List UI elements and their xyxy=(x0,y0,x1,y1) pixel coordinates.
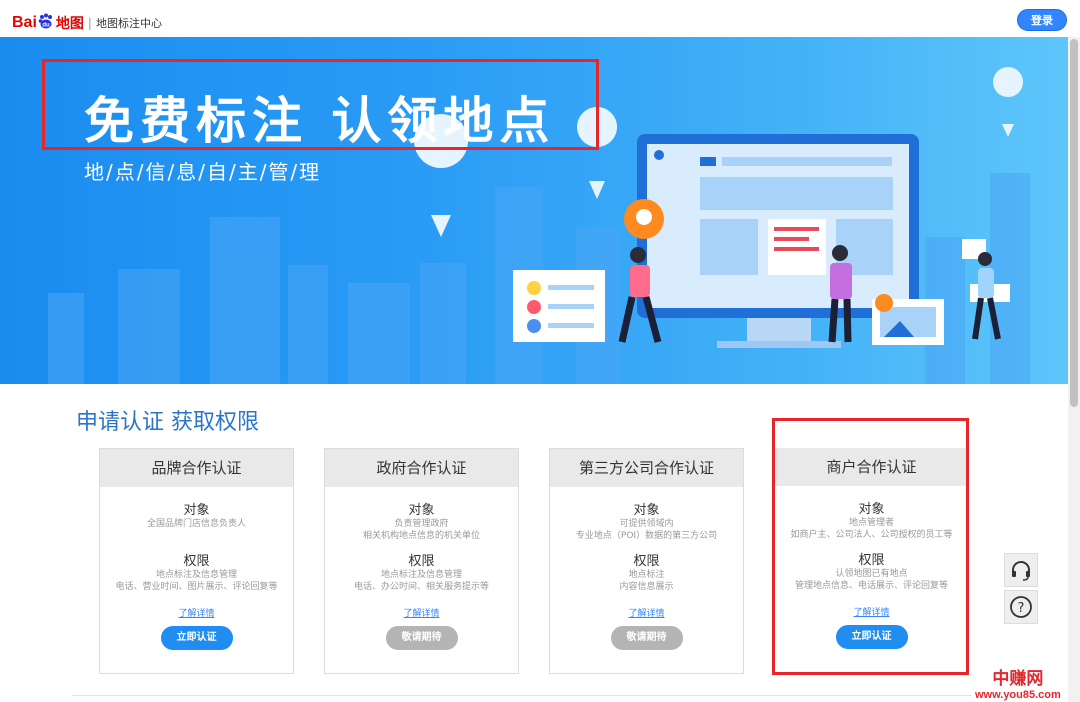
site-subtitle: 地图标注中心 xyxy=(95,17,162,30)
card-government-certification: 政府合作认证 对象 负责管理政府 相关机构地点信息的机关单位 权限 地点标注及信… xyxy=(324,448,519,674)
card-title: 政府合作认证 xyxy=(325,449,518,487)
screen-panel xyxy=(700,219,758,275)
building xyxy=(288,265,328,384)
building xyxy=(210,217,280,384)
watermark-url: www.you85.com xyxy=(975,689,1061,701)
card-permission-heading: 权限 xyxy=(183,554,210,569)
watermark-title: 中赚网 xyxy=(992,669,1044,689)
card-permission-line: 电话、办公时间、相关服务提示等 xyxy=(353,582,489,592)
card-permission-line: 地点标注及信息管理 xyxy=(380,570,462,580)
card-target-heading: 对象 xyxy=(183,503,210,518)
coming-soon-button: 敬请期待 xyxy=(610,626,683,650)
watermark: 中赚网 www.you85.com xyxy=(975,664,1061,701)
hero-banner: 免费标注 认领地点 地/点/信/息/自/主/管/理 xyxy=(0,37,1068,384)
card-target-line xyxy=(100,530,293,542)
hero-subtitle: 地/点/信/息/自/主/管/理 xyxy=(84,160,322,184)
login-button[interactable]: 登录 xyxy=(1017,9,1067,31)
building xyxy=(990,173,1030,384)
card-target-line: 可提供领域内 xyxy=(619,519,674,529)
learn-more-link[interactable]: 了解详情 xyxy=(325,606,518,619)
merchant-highlight-box xyxy=(772,418,969,675)
card-target-line: 负责管理政府 xyxy=(394,519,449,529)
logo-separator: | xyxy=(87,16,92,30)
card-permission-line: 地点标注及信息管理 xyxy=(155,570,237,580)
section-title: 申请认证 获取权限 xyxy=(76,410,259,435)
page-scrollbar[interactable] xyxy=(1068,37,1080,702)
card-permission-heading: 权限 xyxy=(408,554,435,569)
screen-panel xyxy=(700,177,893,210)
card-permission-line: 地点标注 xyxy=(628,570,665,580)
card-title: 品牌合作认证 xyxy=(100,449,293,487)
screen-bar xyxy=(700,157,716,166)
camera-dot xyxy=(654,150,664,160)
headset-icon xyxy=(1012,561,1030,581)
scrollbar-thumb[interactable] xyxy=(1070,39,1078,407)
learn-more-link[interactable]: 了解详情 xyxy=(100,606,293,619)
card-target-heading: 对象 xyxy=(408,503,435,518)
card-target-line: 专业地点（POI）数据的第三方公司 xyxy=(575,531,718,541)
svg-text:du: du xyxy=(42,23,50,29)
top-bar: Bai du 地图 | 地图标注中心 登录 xyxy=(0,0,1080,37)
hero-highlight-box xyxy=(42,59,599,150)
card-brand-certification: 品牌合作认证 对象 全国品牌门店信息负责人 权限 地点标注及信息管理 电话、营业… xyxy=(99,448,294,674)
question-icon: ? xyxy=(1010,596,1032,618)
map-pin-icon xyxy=(993,67,1024,137)
building xyxy=(420,263,466,384)
logo-bai-text: Bai xyxy=(12,14,37,31)
coming-soon-button: 敬请期待 xyxy=(385,626,458,650)
building xyxy=(348,283,410,384)
card-target-heading: 对象 xyxy=(633,503,660,518)
monitor-base xyxy=(717,341,841,348)
monitor-stand xyxy=(747,318,811,344)
learn-more-link[interactable]: 了解详情 xyxy=(550,606,743,619)
help-button[interactable]: ? xyxy=(1004,590,1038,624)
baidu-map-logo[interactable]: Bai du 地图 | 地图标注中心 xyxy=(12,12,162,34)
card-target-line: 全国品牌门店信息负责人 xyxy=(146,519,246,529)
svg-text:?: ? xyxy=(1018,601,1025,616)
card-third-party-certification: 第三方公司合作认证 对象 可提供领域内 专业地点（POI）数据的第三方公司 权限… xyxy=(549,448,744,674)
building xyxy=(118,269,180,384)
card-title: 第三方公司合作认证 xyxy=(550,449,743,487)
apply-now-button[interactable]: 立即认证 xyxy=(160,626,233,650)
card-permission-line: 电话、营业时间、图片展示、评论回复等 xyxy=(115,582,278,592)
card-target-line: 相关机构地点信息的机关单位 xyxy=(362,531,480,541)
card-permission-heading: 权限 xyxy=(633,554,660,569)
card-permission-line: 内容信息展示 xyxy=(619,582,674,592)
building xyxy=(48,293,84,384)
customer-service-button[interactable] xyxy=(1004,553,1038,587)
screen-bar xyxy=(722,157,892,166)
baidu-paw-icon: du xyxy=(38,13,52,29)
footer-divider xyxy=(72,695,972,696)
logo-map-text: 地图 xyxy=(55,16,84,32)
